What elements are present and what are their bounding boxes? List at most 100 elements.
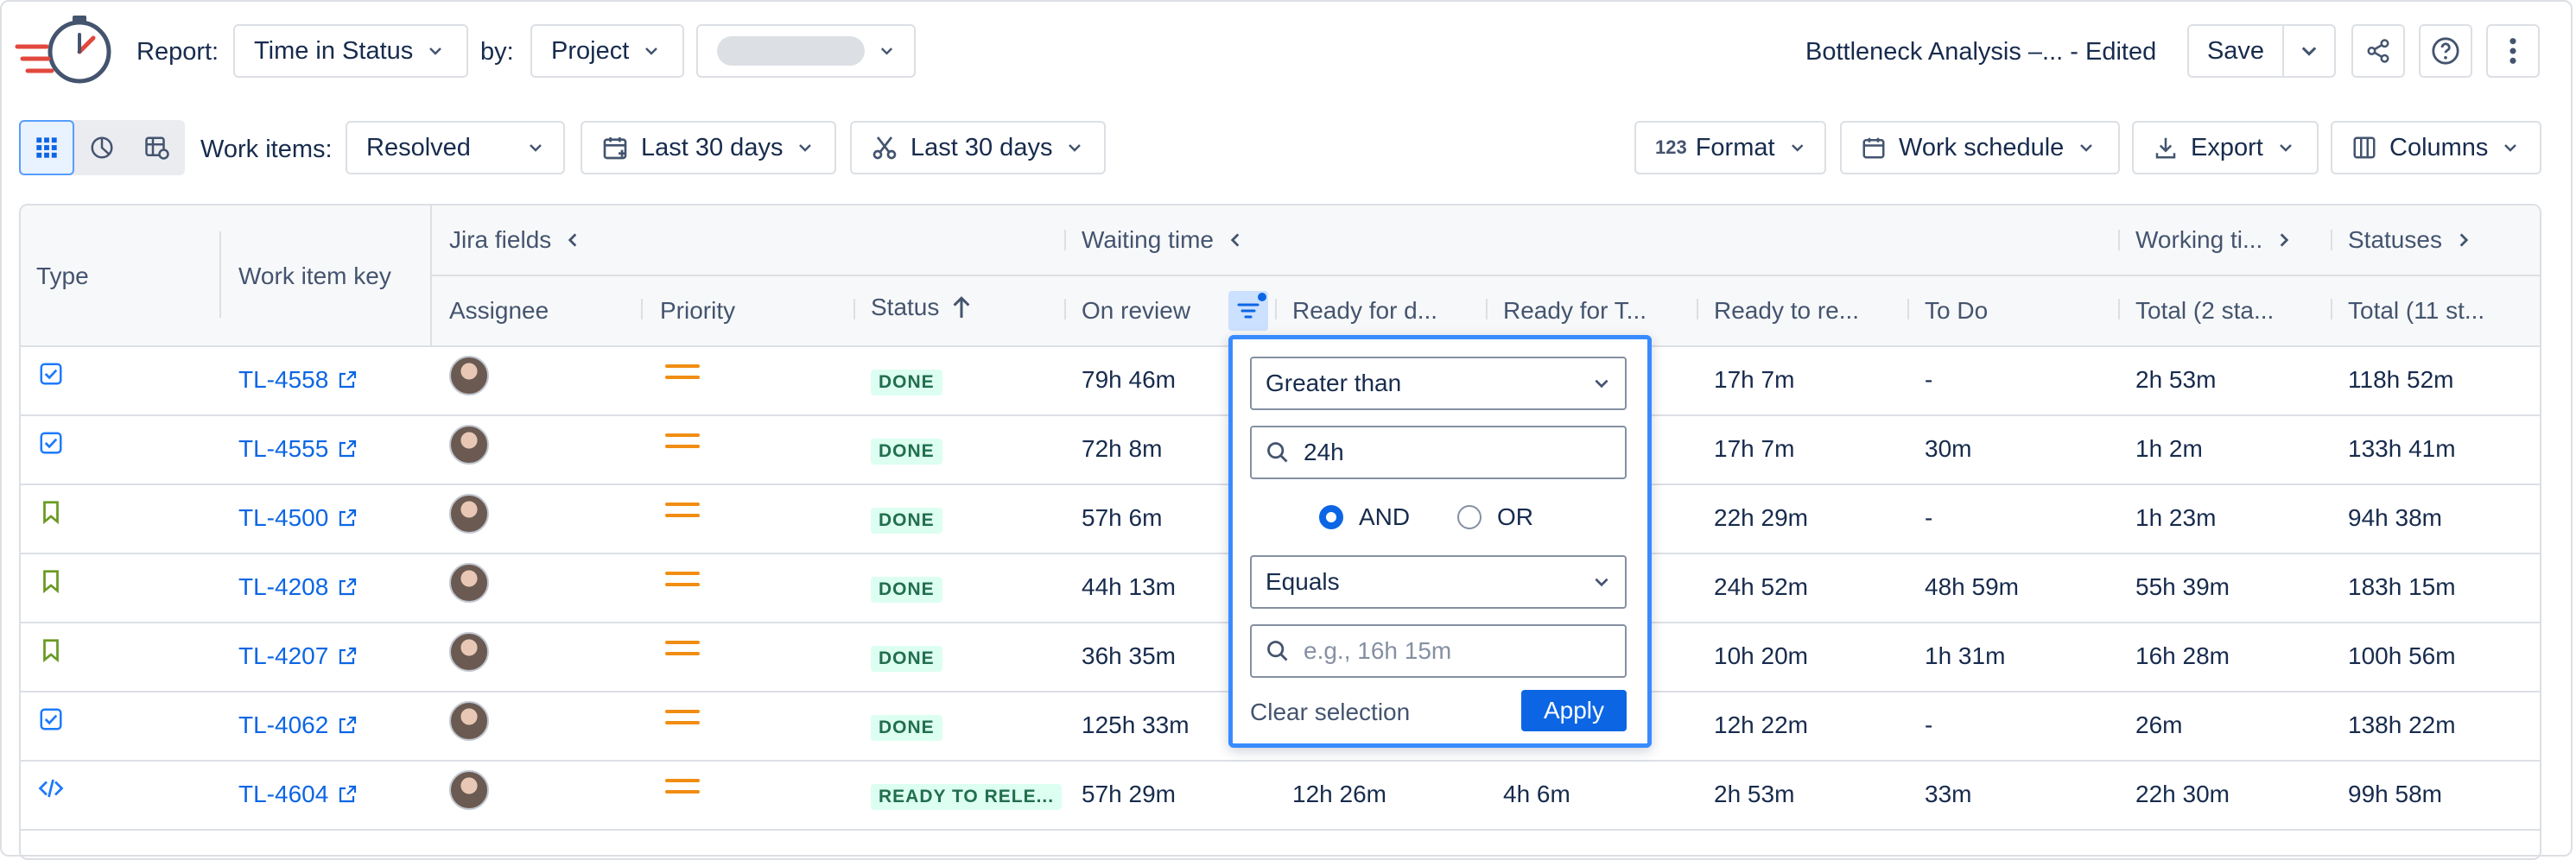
avatar[interactable] [449, 356, 489, 395]
columns-button[interactable]: Columns [2331, 121, 2541, 174]
table-view-button[interactable] [19, 120, 74, 175]
column-divider [1697, 299, 1698, 319]
status-badge: DONE [871, 646, 942, 672]
avatar[interactable] [449, 563, 489, 603]
column-divider [2331, 230, 2332, 250]
value-1-input[interactable] [1302, 438, 1599, 467]
report-type-select[interactable]: Time in Status [233, 24, 468, 78]
external-link-icon [339, 370, 357, 389]
work-item-key: TL-4500 [238, 504, 329, 531]
avatar[interactable] [449, 770, 489, 810]
work-item-key-link[interactable]: TL-4208 [238, 573, 358, 601]
save-options-button[interactable] [2282, 24, 2336, 78]
help-icon [2432, 37, 2459, 65]
total-working-value: 2h 53m [2135, 366, 2217, 393]
more-actions-button[interactable] [2486, 24, 2540, 78]
ready-to-release-value: 12h 22m [1714, 711, 1808, 738]
chevron-down-icon [799, 144, 812, 152]
group-divider [430, 275, 2540, 276]
value-2-input[interactable] [1302, 636, 1599, 666]
group-waiting-time[interactable]: Waiting time [1082, 226, 1245, 254]
column-divider [1275, 299, 1277, 319]
format-button[interactable]: 123 Format [1634, 121, 1826, 174]
ready-to-release-value: 2h 53m [1714, 781, 1795, 807]
column-filter-button[interactable] [1228, 291, 1268, 331]
condition-1-select[interactable]: Greater than [1250, 357, 1627, 410]
work-item-key-link[interactable]: TL-4558 [238, 366, 358, 394]
work-item-key-link[interactable]: TL-4062 [238, 711, 358, 739]
external-link-icon [339, 785, 357, 803]
grid-icon [36, 137, 57, 158]
group-working-time-label: Working ti... [2135, 226, 2263, 253]
story-bookmark-icon [43, 570, 59, 594]
table-row[interactable]: TL-4604 READY TO RELE... 57h 29m 12h 26m 4h … [21, 760, 2540, 831]
resolved-date-value: Last 30 days [910, 133, 1053, 161]
to-do-value: - [1925, 504, 1933, 531]
header-total-statuses: Total (11 st... [2348, 297, 2485, 324]
help-button[interactable] [2419, 24, 2472, 78]
chart-view-button[interactable] [74, 120, 130, 175]
column-divider [2118, 299, 2120, 319]
project-select[interactable] [696, 24, 916, 78]
share-icon [2367, 39, 2389, 63]
status-badge: DONE [871, 715, 942, 741]
on-review-value: 44h 13m [1082, 573, 1176, 600]
avatar[interactable] [449, 425, 489, 465]
work-item-key: TL-4208 [238, 573, 329, 600]
or-radio[interactable]: OR [1457, 503, 1533, 531]
pie-chart-icon [91, 136, 113, 159]
created-date-filter[interactable]: Last 30 days [581, 121, 836, 174]
work-item-key-link[interactable]: TL-4555 [238, 435, 358, 463]
work-item-key-link[interactable]: TL-4207 [238, 642, 358, 670]
to-do-value: 30m [1925, 435, 1972, 462]
group-statuses-label: Statuses [2348, 226, 2442, 253]
view-toggle-group [19, 120, 185, 175]
condition-1-value: Greater than [1266, 370, 1402, 396]
calendar-plus-icon [603, 137, 627, 160]
work-item-key-link[interactable]: TL-4604 [238, 781, 358, 808]
pivot-view-button[interactable] [130, 120, 185, 175]
active-filter-dot [1258, 293, 1266, 301]
external-link-icon [339, 439, 357, 458]
save-button[interactable]: Save [2187, 24, 2284, 78]
apply-button[interactable]: Apply [1521, 690, 1627, 731]
group-statuses[interactable]: Statuses [2348, 226, 2473, 254]
priority-medium-icon [665, 572, 700, 589]
export-button[interactable]: Export [2132, 121, 2319, 174]
group-jira-fields-label: Jira fields [449, 226, 552, 253]
ready-for-test-value: 4h 6m [1503, 781, 1570, 807]
avatar[interactable] [449, 701, 489, 741]
share-button[interactable] [2351, 24, 2405, 78]
condition-2-select[interactable]: Equals [1250, 555, 1627, 609]
radio-unselected-icon [1457, 505, 1482, 529]
ready-to-release-value: 17h 7m [1714, 366, 1795, 393]
header-priority: Priority [660, 297, 736, 324]
report-label: Report: [136, 38, 219, 66]
group-jira-fields[interactable]: Jira fields [449, 226, 582, 254]
clear-selection-link[interactable]: Clear selection [1250, 699, 1410, 726]
external-link-icon [339, 509, 357, 527]
scissors-icon [872, 136, 897, 160]
and-radio[interactable]: AND [1319, 503, 1410, 531]
header-to-do: To Do [1925, 297, 1989, 324]
header-status-sort[interactable]: Status [871, 294, 972, 321]
resolved-date-filter[interactable]: Last 30 days [850, 121, 1106, 174]
avatar[interactable] [449, 632, 489, 672]
work-item-key-link[interactable]: TL-4500 [238, 504, 358, 532]
group-working-time[interactable]: Working ti... [2135, 226, 2294, 254]
status-badge: DONE [871, 577, 942, 603]
ready-for-dev-value: 12h 26m [1292, 781, 1386, 807]
project-placeholder-pill [717, 36, 865, 66]
group-by-select[interactable]: Project [530, 24, 684, 78]
work-items-select[interactable]: Resolved [346, 121, 565, 174]
table-header: Type Work item key Jira fields Waiting t… [21, 206, 2540, 347]
work-schedule-button[interactable]: Work schedule [1840, 121, 2120, 174]
avatar[interactable] [449, 494, 489, 534]
app-logo-icon [15, 16, 111, 84]
condition-2-value: Equals [1266, 568, 1340, 595]
total-working-value: 55h 39m [2135, 573, 2230, 600]
report-title: Bottleneck Analysis –... - Edited [1805, 38, 2157, 66]
radio-selected-icon [1319, 505, 1343, 529]
task-checkbox-icon [40, 432, 62, 454]
to-do-value: 33m [1925, 781, 1972, 807]
